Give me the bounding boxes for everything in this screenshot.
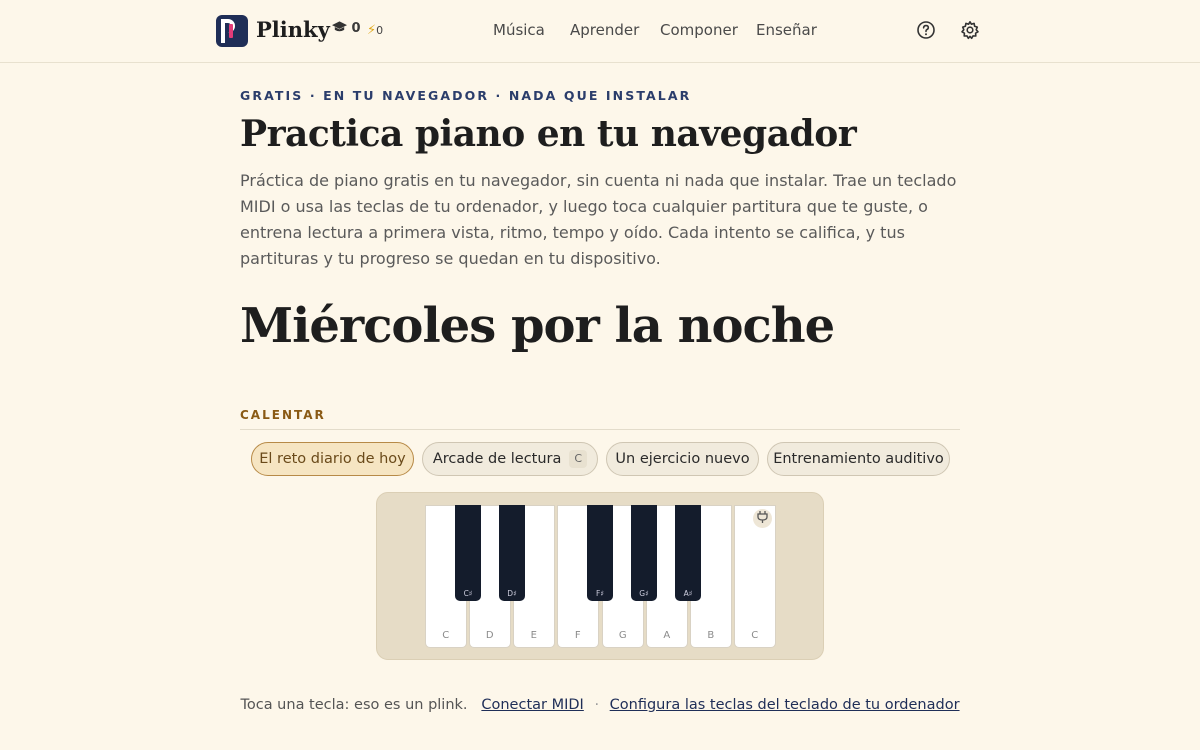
footer-hint: Toca una tecla: eso es un plink. <box>240 697 468 713</box>
piano-key-d-sharp[interactable]: D♯ <box>499 505 525 601</box>
greeting-heading: Miércoles por la noche <box>240 298 835 354</box>
daily-challenge-label: El reto diario de hoy <box>259 451 406 467</box>
key-label: D <box>485 630 495 641</box>
new-exercise-label: Un ejercicio nuevo <box>615 451 750 467</box>
piano-key-g-sharp[interactable]: G♯ <box>631 505 657 601</box>
key-label: C <box>751 630 759 641</box>
piano-key-f-sharp[interactable]: F♯ <box>587 505 613 601</box>
piano-key-a-sharp[interactable]: A♯ <box>675 505 701 601</box>
footer: Toca una tecla: eso es un plink. Conecta… <box>0 697 1200 713</box>
connect-midi-link[interactable]: Conectar MIDI <box>481 697 583 713</box>
lessons-count: 0 <box>351 21 361 36</box>
key-label: F <box>574 630 582 641</box>
reading-arcade-label: Arcade de lectura <box>432 451 562 467</box>
new-exercise-button[interactable]: Un ejercicio nuevo <box>606 442 759 476</box>
streak-stat[interactable]: ⚡0 <box>367 23 383 38</box>
plinky-logo-icon[interactable] <box>216 15 248 47</box>
key-label: B <box>707 630 715 641</box>
page-title: Practica piano en tu navegador <box>240 113 857 155</box>
key-label: A <box>663 630 671 641</box>
footer-separator: · <box>594 697 600 713</box>
gear-icon[interactable] <box>960 20 980 40</box>
nav-musica[interactable]: Música <box>493 21 545 39</box>
piano-key-c-sharp[interactable]: C♯ <box>455 505 481 601</box>
ear-training-button[interactable]: Entrenamiento auditivo <box>767 442 950 476</box>
piano-key-c-high[interactable]: C <box>734 505 776 648</box>
key-label: G <box>618 630 628 641</box>
nav-aprender[interactable]: Aprender <box>570 21 639 39</box>
key-label: A♯ <box>683 589 693 598</box>
section-divider <box>240 429 960 430</box>
key-label: C♯ <box>463 589 473 598</box>
graduation-cap-icon <box>332 21 347 32</box>
shortcut-badge: C <box>569 450 588 468</box>
help-icon[interactable] <box>916 20 936 40</box>
reading-arcade-button[interactable]: Arcade de lectura C <box>422 442 598 476</box>
lightning-icon: ⚡ <box>367 23 377 38</box>
daily-challenge-button[interactable]: El reto diario de hoy <box>251 442 414 476</box>
nav-componer[interactable]: Componer <box>660 21 738 39</box>
plug-icon[interactable] <box>753 509 772 528</box>
hero-description: Práctica de piano gratis en tu navegador… <box>240 171 957 268</box>
piano-keyboard: C D E F G A B C C♯ D♯ F♯ G♯ A♯ <box>376 492 824 660</box>
brand-name[interactable]: Plinky <box>256 17 330 42</box>
streak-count: 0 <box>376 24 384 37</box>
warmup-label: CALENTAR <box>240 408 326 422</box>
lessons-stat[interactable]: 0 <box>332 21 361 36</box>
key-label: G♯ <box>639 589 649 598</box>
ear-training-label: Entrenamiento auditivo <box>773 451 944 467</box>
top-bar: Plinky 0 ⚡0 Música Aprender Componer Ens… <box>0 0 1200 63</box>
key-label: F♯ <box>596 589 604 598</box>
key-label: C <box>442 630 450 641</box>
key-label: E <box>530 630 538 641</box>
key-label: D♯ <box>507 589 517 598</box>
configure-keys-link[interactable]: Configura las teclas del teclado de tu o… <box>610 697 960 713</box>
hero-eyebrow: GRATIS · EN TU NAVEGADOR · NADA QUE INST… <box>240 88 692 103</box>
nav-ensenar[interactable]: Enseñar <box>756 21 817 39</box>
